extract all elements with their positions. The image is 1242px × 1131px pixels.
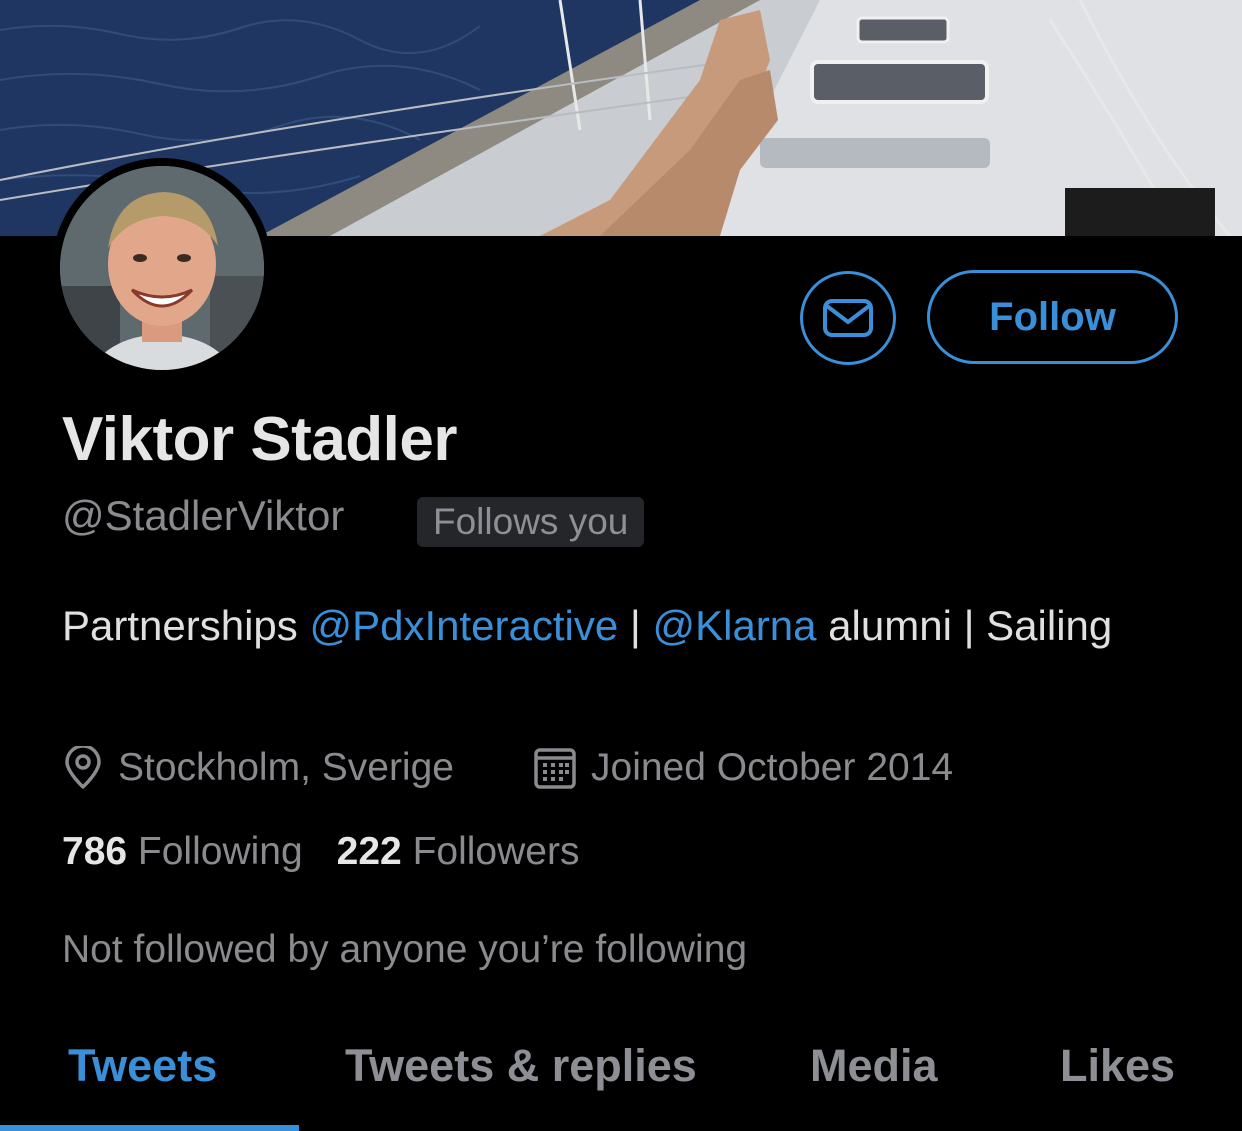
- message-button[interactable]: [800, 271, 896, 365]
- followers-stat[interactable]: 222 Followers: [337, 830, 580, 874]
- follows-you-badge: Follows you: [417, 497, 645, 547]
- profile-location: Stockholm, Sverige: [62, 740, 454, 796]
- avatar[interactable]: [60, 166, 264, 370]
- following-count: 786: [62, 830, 128, 873]
- followers-label: Followers: [412, 830, 580, 873]
- profile-handle: @StadlerViktor: [62, 492, 345, 539]
- profile-tabs: Tweets Tweets & replies Media Likes: [0, 1030, 1242, 1131]
- mutual-followers-note: Not followed by anyone you’re following: [62, 928, 748, 971]
- joined-text: Joined October 2014: [591, 746, 954, 789]
- profile-name: Viktor Stadler: [62, 405, 458, 474]
- following-label: Following: [137, 830, 303, 873]
- bio-mention-klarna[interactable]: @Klarna: [652, 602, 816, 649]
- tab-tweets[interactable]: Tweets: [68, 1040, 217, 1092]
- following-stat[interactable]: 786 Following: [62, 830, 303, 874]
- followers-count: 222: [336, 830, 402, 873]
- profile-bio: Partnerships @PdxInteractive | @Klarna a…: [62, 594, 1182, 658]
- tab-media[interactable]: Media: [810, 1040, 938, 1092]
- bio-mention-pdxinteractive[interactable]: @PdxInteractive: [309, 602, 618, 649]
- active-tab-indicator: [0, 1125, 299, 1131]
- tab-tweets-and-replies[interactable]: Tweets & replies: [345, 1040, 697, 1092]
- calendar-icon: [534, 748, 576, 789]
- location-pin-icon: [65, 746, 101, 789]
- bio-text: |: [618, 602, 653, 649]
- envelope-icon: [823, 299, 873, 337]
- profile-stats: 786 Following 222 Followers: [62, 830, 579, 874]
- profile-joined-date: Joined October 2014: [533, 740, 953, 796]
- bio-text: Partnerships: [62, 602, 310, 649]
- tab-likes[interactable]: Likes: [1060, 1040, 1175, 1092]
- profile-avatar-border: [52, 158, 272, 378]
- follow-button[interactable]: Follow: [927, 270, 1178, 364]
- location-text: Stockholm, Sverige: [118, 746, 454, 789]
- bio-text: alumni | Sailing: [816, 602, 1113, 649]
